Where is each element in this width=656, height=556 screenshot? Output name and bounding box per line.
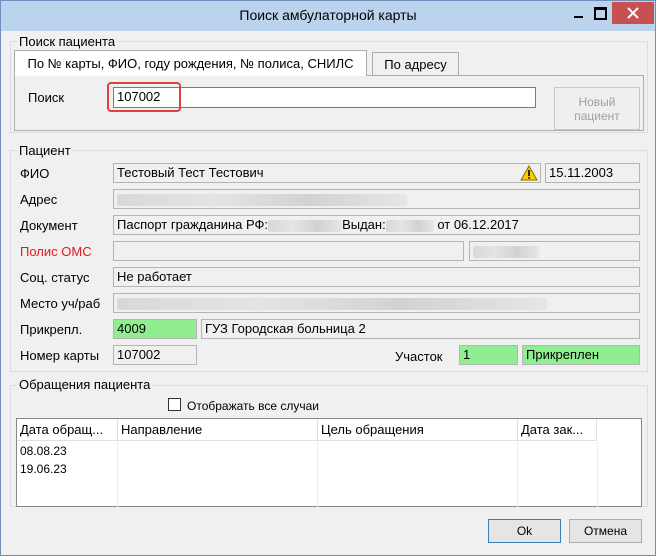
address-field bbox=[113, 189, 640, 209]
table-row[interactable]: 19.06.23 bbox=[17, 460, 67, 478]
card-number-field: 107002 bbox=[113, 345, 197, 365]
maximize-icon[interactable] bbox=[589, 2, 611, 24]
minimize-icon[interactable] bbox=[567, 2, 589, 24]
address-label: Адрес bbox=[20, 192, 58, 207]
district-label: Участок bbox=[395, 349, 443, 364]
visits-group-legend: Обращения пациента bbox=[17, 377, 153, 392]
document-type: Паспорт гражданина РФ: bbox=[117, 217, 269, 232]
redacted-workplace bbox=[117, 297, 547, 310]
birth-date-field: 15.11.2003 bbox=[545, 163, 640, 183]
col-header-close-date[interactable]: Дата зак... bbox=[518, 419, 597, 441]
cancel-button[interactable]: Отмена bbox=[569, 519, 642, 543]
district-field: 1 bbox=[459, 345, 518, 365]
patient-group-legend: Пациент bbox=[17, 143, 73, 158]
warning-icon[interactable] bbox=[520, 164, 538, 184]
search-label: Поиск bbox=[28, 90, 65, 105]
close-icon[interactable] bbox=[612, 2, 654, 24]
fio-label: ФИО bbox=[20, 166, 50, 181]
redacted-document-number bbox=[268, 219, 343, 232]
dialog-window: Поиск амбулаторной карты Поиск пациента … bbox=[0, 0, 656, 556]
new-patient-button[interactable]: Новый пациент bbox=[554, 87, 640, 130]
show-all-label[interactable]: Отображать все случаи bbox=[187, 398, 319, 414]
attach-label: Прикрепл. bbox=[20, 322, 83, 337]
table-row[interactable]: 08.08.23 bbox=[17, 442, 67, 460]
tab-by-card[interactable]: По № карты, ФИО, году рождения, № полиса… bbox=[14, 50, 367, 76]
col-header-date[interactable]: Дата обращ... bbox=[17, 419, 118, 441]
document-label: Документ bbox=[20, 218, 78, 233]
redacted-issuer bbox=[385, 219, 434, 232]
oms-number-field bbox=[469, 241, 640, 261]
visits-table[interactable]: Дата обращ... Направление Цель обращения… bbox=[16, 418, 642, 507]
workplace-label: Место уч/раб bbox=[20, 296, 101, 311]
social-status-label: Соц. статус bbox=[20, 270, 90, 285]
ok-button[interactable]: Ok bbox=[488, 519, 561, 543]
attach-code-field: 4009 bbox=[113, 319, 197, 339]
highlight-box bbox=[107, 82, 181, 112]
search-group-legend: Поиск пациента bbox=[17, 34, 118, 49]
col-header-direction[interactable]: Направление bbox=[118, 419, 318, 441]
col-header-purpose[interactable]: Цель обращения bbox=[318, 419, 518, 441]
tab-by-address[interactable]: По адресу bbox=[372, 52, 459, 75]
oms-label: Полис ОМС bbox=[20, 244, 92, 259]
attach-org-field: ГУЗ Городская больница 2 bbox=[201, 319, 640, 339]
window-title: Поиск амбулаторной карты bbox=[239, 7, 417, 23]
redacted-address bbox=[117, 193, 407, 206]
document-field: Паспорт гражданина РФ: Выдан: от 06.12.20… bbox=[113, 215, 640, 235]
fio-field: Тестовый Тест Тестович bbox=[113, 163, 541, 183]
document-issued: Выдан: bbox=[342, 217, 386, 232]
redacted-oms-number bbox=[473, 245, 539, 258]
document-date: от 06.12.2017 bbox=[437, 217, 519, 232]
show-all-checkbox[interactable] bbox=[168, 398, 181, 411]
card-number-label: Номер карты bbox=[20, 348, 100, 363]
social-status-field: Не работает bbox=[113, 267, 640, 287]
title-bar[interactable]: Поиск амбулаторной карты bbox=[1, 1, 655, 31]
oms-field bbox=[113, 241, 464, 261]
workplace-field bbox=[113, 293, 640, 313]
attach-status-field: Прикреплен bbox=[522, 345, 640, 365]
